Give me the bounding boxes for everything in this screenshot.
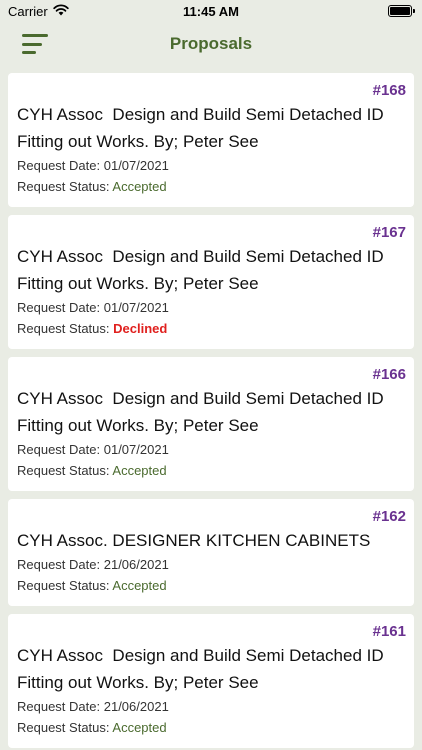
request-date-value: 01/07/2021 — [103, 158, 169, 173]
request-status-label: Request Status: — [17, 321, 110, 336]
proposal-title: CYH Assoc Design and Build Semi Detached… — [17, 105, 389, 151]
request-date-row: Request Date: 01/07/2021 — [17, 155, 406, 176]
screen: Carrier 11:45 AM Proposals #168 CYH Assoc… — [0, 0, 422, 750]
request-date-row: Request Date: 01/07/2021 — [17, 439, 406, 460]
request-date-label: Request Date: — [17, 442, 101, 457]
wifi-icon — [53, 3, 69, 19]
request-status-row: Request Status: Accepted — [17, 176, 406, 197]
proposal-card[interactable]: #168 CYH Assoc Design and Build Semi Deta… — [8, 73, 414, 207]
request-date-row: Request Date: 01/07/2021 — [17, 297, 406, 318]
proposal-card[interactable]: #166 CYH Assoc Design and Build Semi Deta… — [8, 357, 414, 491]
request-date-value: 01/07/2021 — [103, 300, 169, 315]
request-date-label: Request Date: — [17, 557, 101, 572]
menu-icon[interactable] — [22, 34, 50, 54]
status-badge: Accepted — [112, 720, 167, 735]
request-date-row: Request Date: 21/06/2021 — [17, 554, 406, 575]
page-title: Proposals — [169, 34, 253, 53]
status-badge: Declined — [113, 321, 168, 336]
request-status-label: Request Status: — [17, 720, 110, 735]
battery-icon — [388, 5, 415, 17]
status-badge: Accepted — [112, 463, 167, 478]
proposal-number: #161 — [372, 623, 406, 640]
status-bar-left: Carrier — [8, 4, 69, 19]
request-date-value: 21/06/2021 — [103, 699, 169, 714]
proposal-title: CYH Assoc. DESIGNER KITCHEN CABINETS — [17, 531, 371, 550]
request-status-row: Request Status: Accepted — [17, 460, 406, 481]
request-date-value: 01/07/2021 — [103, 442, 169, 457]
proposal-title: CYH Assoc Design and Build Semi Detached… — [17, 646, 389, 692]
status-badge: Accepted — [112, 179, 167, 194]
proposal-number: #168 — [372, 82, 406, 99]
nav-bar: Proposals — [0, 22, 422, 66]
request-date-row: Request Date: 21/06/2021 — [17, 696, 406, 717]
request-status-label: Request Status: — [17, 179, 110, 194]
carrier-label: Carrier — [8, 3, 48, 19]
request-status-row: Request Status: Accepted — [17, 717, 406, 738]
status-badge: Accepted — [112, 578, 167, 593]
proposal-title: CYH Assoc Design and Build Semi Detached… — [17, 247, 389, 293]
status-bar: Carrier 11:45 AM — [0, 0, 422, 22]
proposal-card[interactable]: #162 CYH Assoc. DESIGNER KITCHEN CABINETS… — [8, 499, 414, 606]
proposal-list: #168 CYH Assoc Design and Build Semi Deta… — [8, 73, 414, 750]
request-date-value: 21/06/2021 — [103, 557, 169, 572]
request-status-label: Request Status: — [17, 578, 110, 593]
request-date-label: Request Date: — [17, 300, 101, 315]
request-status-label: Request Status: — [17, 463, 110, 478]
proposal-number: #167 — [372, 224, 406, 241]
proposal-number: #166 — [372, 366, 406, 383]
request-date-label: Request Date: — [17, 699, 101, 714]
proposal-card[interactable]: #161 CYH Assoc Design and Build Semi Deta… — [8, 614, 414, 748]
request-date-label: Request Date: — [17, 158, 101, 173]
request-status-row: Request Status: Accepted — [17, 575, 406, 596]
proposal-title: CYH Assoc Design and Build Semi Detached… — [17, 389, 389, 435]
proposal-card[interactable]: #167 CYH Assoc Design and Build Semi Deta… — [8, 215, 414, 349]
proposal-number: #162 — [372, 508, 406, 525]
request-status-row: Request Status: Declined — [17, 318, 406, 339]
